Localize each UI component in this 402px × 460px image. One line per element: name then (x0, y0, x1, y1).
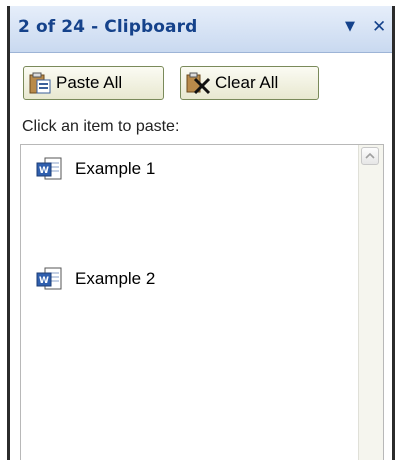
paste-hint: Click an item to paste: (22, 118, 180, 135)
clipboard-toolbar: Paste All Clear All (10, 53, 392, 117)
clipboard-item-label: Example 2 (75, 269, 156, 288)
close-icon[interactable]: ✕ (372, 16, 386, 38)
vertical-scrollbar[interactable] (358, 145, 383, 460)
word-document-icon: W (36, 157, 62, 180)
pane-header: 2 of 24 - Clipboard ▼ ✕ (10, 6, 392, 53)
clear-all-label: Clear All (215, 73, 279, 92)
clipboard-pane: 2 of 24 - Clipboard ▼ ✕ Paste All Clear … (7, 6, 395, 460)
clipboard-item-label: Example 1 (75, 159, 156, 178)
clipboard-items-list: W Example 1 W Example 2 (20, 144, 384, 460)
paste-all-button[interactable]: Paste All (23, 66, 164, 100)
clipboard-item[interactable]: W Example 1 (35, 153, 155, 185)
word-document-icon: W (36, 267, 62, 290)
clear-all-button[interactable]: Clear All (180, 66, 319, 100)
scroll-up-icon (365, 152, 375, 159)
paste-clipboard-icon (29, 72, 51, 94)
svg-text:W: W (39, 166, 49, 176)
clipboard-item[interactable]: W Example 2 (35, 263, 155, 295)
svg-text:W: W (39, 276, 49, 286)
paste-all-label: Paste All (56, 73, 123, 92)
clear-clipboard-icon (186, 72, 211, 95)
pane-title: 2 of 24 - Clipboard (18, 17, 198, 37)
scroll-up-button[interactable] (361, 147, 379, 165)
dropdown-arrow-icon[interactable]: ▼ (345, 16, 355, 38)
